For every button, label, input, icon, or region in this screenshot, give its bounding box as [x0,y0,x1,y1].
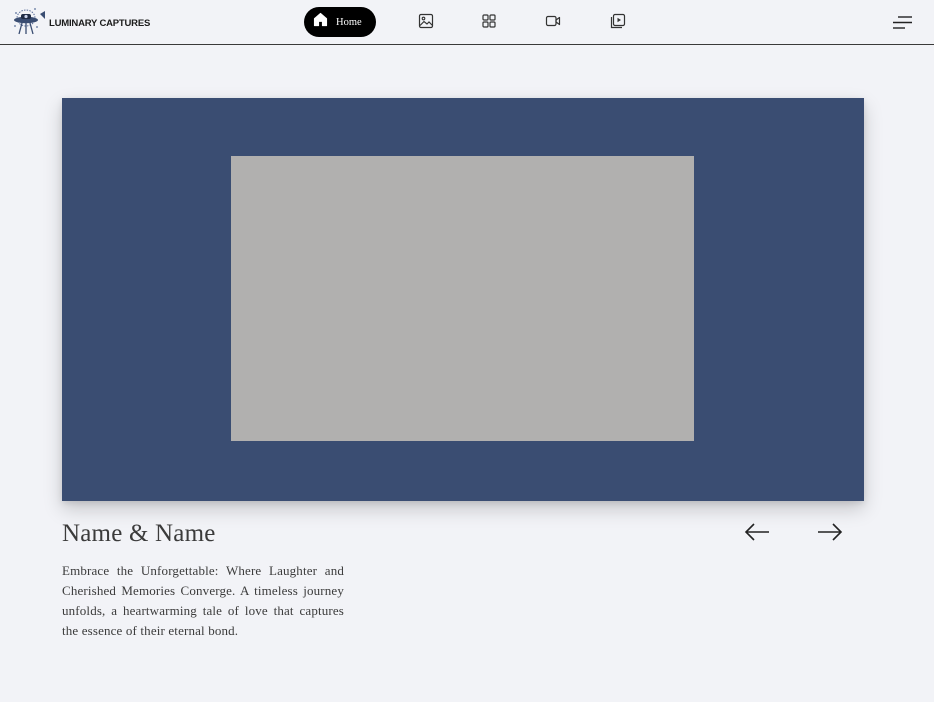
previous-slide-button[interactable] [744,519,771,545]
ufo-camera-logo-icon [13,5,47,42]
nav-video-button[interactable] [545,13,561,29]
menu-icon [892,15,913,30]
couple-title: Name & Name [62,520,216,547]
brand[interactable]: LUMINARY CAPTURES [13,7,150,39]
menu-button[interactable] [892,15,913,30]
brand-name: LUMINARY CAPTURES [49,17,151,29]
nav-home-label: Home [336,16,362,28]
video-camera-icon [545,13,561,29]
couple-description: Embrace the Unforgettable: Where Laughte… [62,563,344,638]
arrow-right-icon [816,519,843,545]
nav-home-button[interactable]: Home [304,7,376,37]
playlist-play-icon [610,13,626,29]
top-navigation-bar: LUMINARY CAPTURES Home [0,0,934,45]
grid-icon [481,13,497,29]
arrow-left-icon [744,519,771,545]
hero-carousel [62,98,864,501]
hero-photo-placeholder [231,156,694,441]
nav-gallery-button[interactable] [418,13,434,29]
nav-playlist-button[interactable] [610,13,626,29]
home-icon [313,12,328,32]
nav-grid-button[interactable] [481,13,497,29]
image-icon [418,13,434,29]
next-slide-button[interactable] [816,519,843,545]
